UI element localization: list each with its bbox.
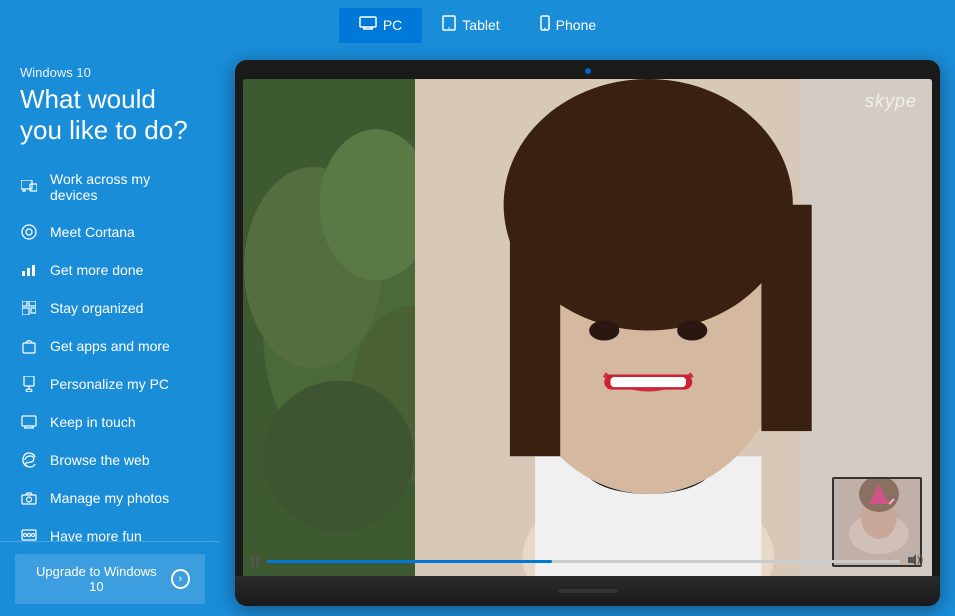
chart-icon bbox=[20, 261, 38, 279]
cortana-icon bbox=[20, 223, 38, 241]
upgrade-button[interactable]: Upgrade to Windows 10 › bbox=[15, 554, 205, 604]
nav-organized-label: Stay organized bbox=[50, 300, 143, 316]
phone-icon bbox=[540, 15, 550, 36]
bag-icon bbox=[20, 337, 38, 355]
brush-icon bbox=[20, 375, 38, 393]
nav-item-cortana[interactable]: Meet Cortana bbox=[0, 213, 220, 251]
pc-icon bbox=[359, 16, 377, 35]
laptop-frame: skype bbox=[235, 60, 940, 606]
nav-item-apps[interactable]: Get apps and more bbox=[0, 327, 220, 365]
laptop-screen: skype bbox=[243, 79, 932, 582]
nav-apps-label: Get apps and more bbox=[50, 338, 170, 354]
main-content: Windows 10 What would you like to do? Wo… bbox=[0, 50, 955, 616]
laptop-notch bbox=[558, 589, 618, 593]
upgrade-label: Upgrade to Windows 10 bbox=[30, 564, 163, 594]
nav-cortana-label: Meet Cortana bbox=[50, 224, 135, 240]
header-tabs: PC Tablet Phone bbox=[0, 0, 955, 50]
nav-item-devices[interactable]: Work across my devices bbox=[0, 161, 220, 213]
nav-personalize-label: Personalize my PC bbox=[50, 376, 169, 392]
tab-pc-label: PC bbox=[383, 17, 402, 33]
upgrade-section: Upgrade to Windows 10 › bbox=[0, 541, 220, 616]
nav-item-fun[interactable]: Have more fun bbox=[0, 517, 220, 541]
grid-icon bbox=[20, 299, 38, 317]
progress-track[interactable] bbox=[267, 560, 900, 563]
camera-icon bbox=[20, 489, 38, 507]
pause-button[interactable] bbox=[251, 557, 259, 567]
nav-item-touch[interactable]: Keep in touch bbox=[0, 403, 220, 441]
fun-icon bbox=[20, 527, 38, 541]
right-panel: skype bbox=[235, 60, 940, 606]
nav-item-photos[interactable]: Manage my photos bbox=[0, 479, 220, 517]
nav-list: Work across my devices Meet Cortana bbox=[0, 156, 220, 541]
nav-devices-label: Work across my devices bbox=[50, 171, 200, 203]
tab-phone[interactable]: Phone bbox=[520, 7, 616, 44]
main-title: What would you like to do? bbox=[20, 84, 200, 146]
nav-web-label: Browse the web bbox=[50, 452, 150, 468]
devices-icon bbox=[20, 178, 38, 196]
tablet-icon bbox=[442, 15, 456, 36]
video-background: skype bbox=[243, 79, 932, 582]
video-controls bbox=[251, 549, 924, 574]
nav-touch-label: Keep in touch bbox=[50, 414, 136, 430]
progress-fill bbox=[267, 560, 552, 563]
tab-tablet[interactable]: Tablet bbox=[422, 7, 519, 44]
nav-done-label: Get more done bbox=[50, 262, 143, 278]
nav-item-web[interactable]: Browse the web bbox=[0, 441, 220, 479]
nav-photos-label: Manage my photos bbox=[50, 490, 169, 506]
tab-pc[interactable]: PC bbox=[339, 8, 422, 43]
title-section: Windows 10 What would you like to do? bbox=[0, 50, 220, 156]
tab-tablet-label: Tablet bbox=[462, 17, 499, 33]
volume-icon[interactable] bbox=[908, 554, 924, 569]
laptop-base bbox=[235, 576, 940, 606]
nav-item-personalize[interactable]: Personalize my PC bbox=[0, 365, 220, 403]
tab-phone-label: Phone bbox=[556, 17, 596, 33]
edge-icon bbox=[20, 451, 38, 469]
nav-item-done[interactable]: Get more done bbox=[0, 251, 220, 289]
laptop-camera bbox=[585, 68, 591, 74]
left-panel: Windows 10 What would you like to do? Wo… bbox=[0, 50, 220, 616]
windows-version: Windows 10 bbox=[20, 65, 200, 80]
skype-logo: skype bbox=[865, 91, 917, 112]
nav-item-organized[interactable]: Stay organized bbox=[0, 289, 220, 327]
monitor-icon bbox=[20, 413, 38, 431]
nav-fun-label: Have more fun bbox=[50, 528, 142, 541]
upgrade-arrow-icon: › bbox=[171, 569, 190, 589]
